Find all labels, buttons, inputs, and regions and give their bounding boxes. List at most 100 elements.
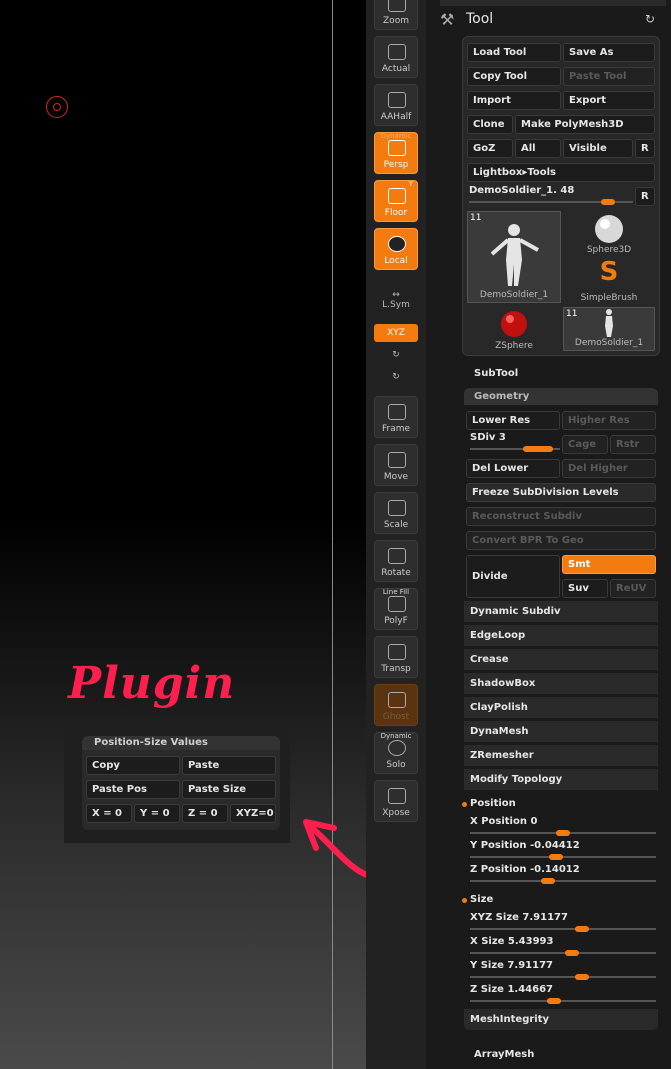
- visible-button[interactable]: Visible: [563, 139, 633, 158]
- suv-button[interactable]: Suv: [562, 579, 608, 598]
- subtool-header[interactable]: SubTool: [474, 368, 518, 379]
- lsym-button[interactable]: ↔ L.Sym: [374, 290, 418, 310]
- slider-knob[interactable]: [547, 998, 561, 1004]
- tool-thumb-demosoldier-2[interactable]: 11 DemoSoldier_1: [563, 307, 655, 351]
- x-position-slider[interactable]: X Position 0: [470, 816, 656, 838]
- divide-button[interactable]: Divide: [466, 555, 560, 598]
- cage-button[interactable]: Cage: [562, 435, 608, 454]
- dynamic-subdiv-section[interactable]: Dynamic Subdiv: [464, 601, 658, 623]
- export-button[interactable]: Export: [563, 91, 655, 110]
- cycle-icon[interactable]: ↻: [645, 12, 655, 26]
- dynamesh-section[interactable]: DynaMesh: [464, 721, 658, 743]
- rotate-z-icon[interactable]: ↻: [374, 372, 418, 382]
- del-higher-button[interactable]: Del Higher: [562, 459, 656, 478]
- y-value-button[interactable]: Y = 0: [134, 804, 180, 823]
- freeze-subdivision-button[interactable]: Freeze SubDivision Levels: [466, 483, 656, 502]
- paste-button[interactable]: Paste: [182, 756, 276, 775]
- slider-knob[interactable]: [523, 446, 553, 452]
- xyz-button[interactable]: XYZ: [374, 324, 418, 342]
- zoom-button[interactable]: Zoom: [374, 0, 418, 30]
- convert-bpr-button[interactable]: Convert BPR To Geo: [466, 531, 656, 550]
- arraymesh-header[interactable]: ArrayMesh: [474, 1049, 534, 1060]
- frame-button[interactable]: Frame: [374, 396, 418, 438]
- lsym-arrows-icon: ↔: [392, 290, 400, 300]
- tool-thumb-demosoldier[interactable]: 11 DemoSoldier_1: [467, 211, 561, 303]
- aahalf-button[interactable]: AAHalf: [374, 84, 418, 126]
- solo-button[interactable]: Dynamic Solo: [374, 732, 418, 774]
- local-button[interactable]: Local: [374, 228, 418, 270]
- reconstruct-subdiv-button[interactable]: Reconstruct Subdiv: [466, 507, 656, 526]
- paste-size-button[interactable]: Paste Size: [182, 780, 276, 799]
- shadowbox-section[interactable]: ShadowBox: [464, 673, 658, 695]
- paste-tool-button[interactable]: Paste Tool: [563, 67, 655, 86]
- slider-knob[interactable]: [565, 950, 579, 956]
- xyz-value-button[interactable]: XYZ=0: [230, 804, 276, 823]
- geometry-header[interactable]: Geometry: [464, 388, 658, 406]
- rstr-button[interactable]: Rstr: [610, 435, 656, 454]
- x-value-button[interactable]: X = 0: [86, 804, 132, 823]
- lightbox-tools-button[interactable]: Lightbox▸Tools: [467, 163, 655, 182]
- all-button[interactable]: All: [515, 139, 561, 158]
- scale-button[interactable]: Scale: [374, 492, 418, 534]
- r-button-2[interactable]: R: [635, 187, 655, 206]
- higher-res-button[interactable]: Higher Res: [562, 411, 656, 430]
- import-button[interactable]: Import: [467, 91, 561, 110]
- slider-knob[interactable]: [575, 974, 589, 980]
- slider-knob[interactable]: [601, 199, 615, 205]
- copy-button[interactable]: Copy: [86, 756, 180, 775]
- meshintegrity-section[interactable]: MeshIntegrity: [464, 1009, 658, 1031]
- slider-knob[interactable]: [549, 854, 563, 860]
- right-shelf: Zoom Actual AAHalf Dynamic Persp Y Floor L…: [366, 0, 432, 1069]
- make-polymesh-button[interactable]: Make PolyMesh3D: [515, 115, 655, 134]
- slider-knob[interactable]: [541, 878, 555, 884]
- plugin-title: Position-Size Values: [82, 736, 280, 750]
- z-value-button[interactable]: Z = 0: [182, 804, 228, 823]
- x-size-slider[interactable]: X Size 5.43993: [470, 936, 656, 958]
- slider-knob[interactable]: [575, 926, 589, 932]
- floor-button[interactable]: Y Floor: [374, 180, 418, 222]
- move-button[interactable]: Move: [374, 444, 418, 486]
- goz-button[interactable]: GoZ: [467, 139, 513, 158]
- edgeloop-section[interactable]: EdgeLoop: [464, 625, 658, 647]
- paste-pos-button[interactable]: Paste Pos: [86, 780, 180, 799]
- z-position-slider[interactable]: Z Position -0.14012: [470, 864, 656, 886]
- smt-button[interactable]: Smt: [562, 555, 656, 574]
- size-section-header[interactable]: Size: [470, 894, 493, 905]
- figure-small-icon: [605, 309, 613, 337]
- position-section-header[interactable]: Position: [470, 798, 516, 809]
- xpose-button[interactable]: Xpose: [374, 780, 418, 822]
- tool-thumb-sphere3d[interactable]: Sphere3D: [563, 211, 655, 257]
- xyz-size-slider[interactable]: XYZ Size 7.91177: [470, 912, 656, 934]
- actual-button[interactable]: Actual: [374, 36, 418, 78]
- copy-tool-button[interactable]: Copy Tool: [467, 67, 561, 86]
- frame-icon: [388, 404, 406, 420]
- zremesher-section[interactable]: ZRemesher: [464, 745, 658, 767]
- y-size-slider[interactable]: Y Size 7.91177: [470, 960, 656, 982]
- load-tool-button[interactable]: Load Tool: [467, 43, 561, 62]
- tool-palette-title[interactable]: Tool: [466, 11, 493, 27]
- rotate-y-icon[interactable]: ↻: [374, 350, 418, 360]
- ghost-button[interactable]: Ghost: [374, 684, 418, 726]
- zsphere-icon: [501, 311, 527, 337]
- modify-topology-section[interactable]: Modify Topology: [464, 769, 658, 791]
- y-position-slider[interactable]: Y Position -0.04412: [470, 840, 656, 862]
- reuv-button[interactable]: ReUV: [610, 579, 656, 598]
- del-lower-button[interactable]: Del Lower: [466, 459, 560, 478]
- current-tool-slider[interactable]: DemoSoldier_1. 48: [469, 185, 633, 207]
- r-button[interactable]: R: [635, 139, 655, 158]
- crease-section[interactable]: Crease: [464, 649, 658, 671]
- tool-thumb-simplebrush[interactable]: S SimpleBrush: [563, 257, 655, 305]
- polyf-button[interactable]: Line Fill PolyF: [374, 588, 418, 630]
- save-as-button[interactable]: Save As: [563, 43, 655, 62]
- persp-button[interactable]: Dynamic Persp: [374, 132, 418, 174]
- clone-button[interactable]: Clone: [467, 115, 513, 134]
- rotate-button[interactable]: Rotate: [374, 540, 418, 582]
- transparency-icon: [388, 644, 406, 660]
- transp-button[interactable]: Transp: [374, 636, 418, 678]
- claypolish-section[interactable]: ClayPolish: [464, 697, 658, 719]
- slider-knob[interactable]: [556, 830, 570, 836]
- sdiv-slider[interactable]: SDiv 3: [470, 432, 560, 454]
- lower-res-button[interactable]: Lower Res: [466, 411, 560, 430]
- z-size-slider[interactable]: Z Size 1.44667: [470, 984, 656, 1006]
- tool-thumb-zsphere[interactable]: ZSphere: [467, 307, 561, 353]
